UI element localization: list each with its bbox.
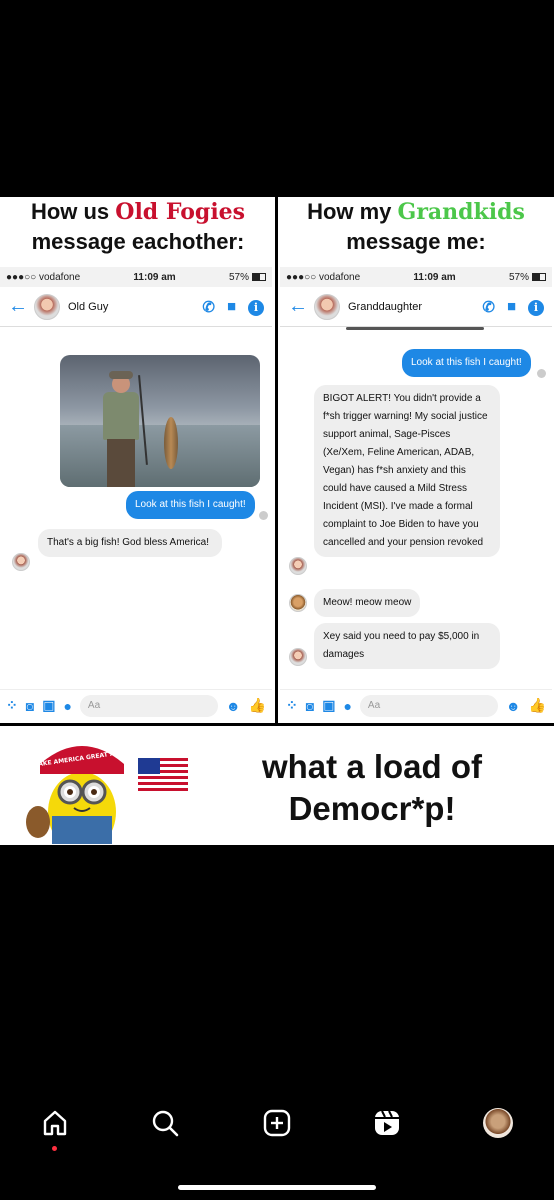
battery-icon (531, 272, 546, 281)
carrier-text: ●●●○○ vodafone (286, 271, 361, 283)
left-header-line2: message eachother: (31, 229, 245, 254)
message-input: Aa (359, 694, 498, 717)
apps-icon: ⁘ (6, 697, 18, 713)
chat-header: ← Old Guy ✆ ■ i (0, 287, 272, 327)
create-tab[interactable] (259, 1105, 295, 1141)
gallery-icon: ▣ (42, 697, 56, 713)
phone-call-icon: ✆ (202, 298, 215, 316)
home-tab[interactable] (37, 1105, 73, 1141)
right-header-line2: message me: (346, 229, 486, 254)
profile-avatar (483, 1108, 513, 1138)
photo-water (60, 425, 260, 487)
vertical-divider (275, 197, 278, 723)
outgoing-message: Look at this fish I caught! (402, 349, 531, 377)
video-call-icon: ■ (226, 298, 236, 315)
bottom-tab-bar (0, 1092, 554, 1200)
contact-avatar (34, 293, 60, 320)
sender-avatar (289, 648, 307, 666)
camera-icon: ◙ (305, 697, 315, 714)
message-composer: ⁘ ◙ ▣ ● Aa ☻ 👍 (0, 689, 272, 721)
incoming-message-damages: Xey said you need to pay $5,000 in damag… (314, 623, 500, 669)
search-tab[interactable] (147, 1105, 183, 1141)
photo-fisherman (98, 371, 148, 487)
microphone-icon: ● (63, 697, 72, 714)
carrier-text: ●●●○○ vodafone (6, 271, 81, 283)
seen-indicator (259, 511, 268, 520)
message-input: Aa (79, 694, 218, 717)
profile-tab[interactable] (480, 1105, 516, 1141)
emoji-icon: ☻ (505, 697, 521, 714)
meme-image: How us Old Fogies message eachother: How… (0, 197, 554, 845)
right-phone-screenshot: ●●●○○ vodafone 11:09 am 57% ← Granddaugh… (280, 267, 552, 721)
right-header: How my Grandkids message me: (278, 197, 554, 261)
incoming-message-bigot-alert: BIGOT ALERT! You didn't provide a f*sh t… (314, 385, 500, 557)
reels-icon (375, 1110, 399, 1135)
back-arrow-icon: ← (8, 295, 28, 317)
emoji-icon: ☻ (225, 697, 241, 714)
contact-name: Granddaughter (348, 300, 422, 313)
sender-avatar (12, 553, 30, 571)
gallery-icon: ▣ (322, 697, 336, 713)
like-icon: 👍 (528, 697, 546, 713)
minion-image: MAKE AMERICA GREAT AGAIN (26, 746, 132, 844)
chat-header: ← Granddaughter ✆ ■ i (280, 287, 552, 327)
back-arrow-icon: ← (288, 295, 308, 317)
sender-avatar (289, 557, 307, 575)
left-phone-screenshot: ●●●○○ vodafone 11:09 am 57% ← Old Guy ✆ … (0, 267, 272, 721)
left-header: How us Old Fogies message eachother: (0, 197, 276, 261)
video-call-icon: ■ (506, 298, 516, 315)
photo-edge (346, 327, 484, 330)
photo-fish (164, 417, 178, 469)
right-header-highlight: Grandkids (397, 199, 525, 225)
info-icon: i (248, 299, 264, 316)
left-header-prefix: How us (30, 199, 116, 224)
info-icon: i (528, 299, 544, 316)
home-icon (43, 1110, 67, 1136)
camera-icon: ◙ (25, 697, 35, 714)
caption-panel: MAKE AMERICA GREAT AGAIN what a load of … (0, 726, 554, 845)
incoming-message-meow: Meow! meow meow (314, 589, 421, 617)
time-text: 11:09 am (133, 271, 176, 283)
incoming-message: That's a big fish! God bless America! (38, 529, 222, 557)
status-bar: ●●●○○ vodafone 11:09 am 57% (0, 267, 272, 287)
battery-icon (251, 272, 266, 281)
message-composer: ⁘ ◙ ▣ ● Aa ☻ 👍 (280, 689, 552, 721)
microphone-icon: ● (343, 697, 352, 714)
outgoing-message: Look at this fish I caught! (126, 491, 255, 519)
right-header-prefix: How my (307, 199, 398, 224)
cat-avatar (289, 594, 307, 612)
apps-icon: ⁘ (286, 697, 298, 713)
left-header-highlight: Old Fogies (115, 199, 246, 225)
contact-name: Old Guy (68, 300, 109, 313)
phone-call-icon: ✆ (482, 298, 495, 316)
american-flag-icon (138, 758, 188, 792)
home-indicator (178, 1185, 376, 1190)
status-bar: ●●●○○ vodafone 11:09 am 57% (280, 267, 552, 287)
create-icon (263, 1109, 291, 1137)
contact-avatar (314, 293, 340, 320)
search-icon (152, 1110, 179, 1137)
reels-tab[interactable] (369, 1105, 405, 1141)
like-icon: 👍 (248, 697, 266, 713)
time-text: 11:09 am (413, 271, 456, 283)
fish-photo (60, 355, 260, 487)
battery-text: 57% (228, 271, 249, 283)
meme-caption: what a load of Democr*p! (261, 748, 482, 827)
seen-indicator (537, 369, 546, 378)
battery-text: 57% (508, 271, 529, 283)
notification-dot (52, 1146, 57, 1151)
